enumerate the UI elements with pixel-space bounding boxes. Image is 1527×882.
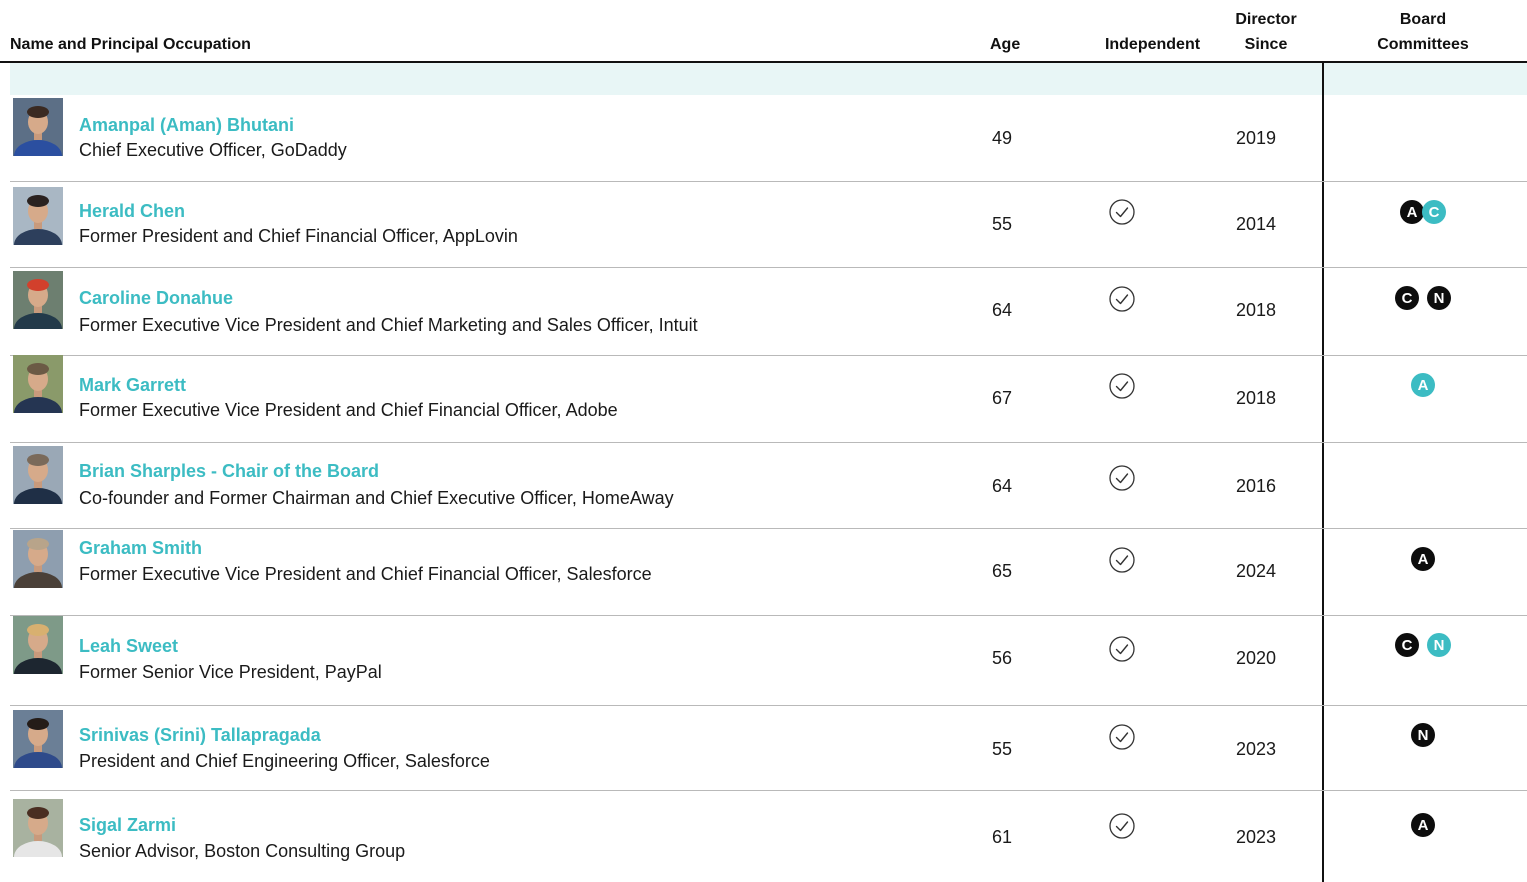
director-committees: A	[1333, 813, 1513, 837]
row-separator	[10, 442, 1527, 443]
committee-badge-icon: C	[1395, 286, 1419, 310]
committee-badge-icon: A	[1400, 200, 1424, 224]
director-occupation: Chief Executive Officer, GoDaddy	[79, 140, 347, 160]
independent-check-icon	[1108, 635, 1136, 663]
director-photo	[13, 355, 63, 413]
director-photo	[13, 187, 63, 245]
header-committees-1: Board	[1399, 11, 1447, 28]
director-committees: AC	[1333, 200, 1513, 224]
director-age: 64	[991, 300, 1013, 320]
committee-badge-icon: C	[1422, 200, 1446, 224]
director-name: Mark Garrett	[79, 375, 187, 395]
director-since: 2014	[1235, 214, 1277, 234]
committee-badge-icon: A	[1411, 547, 1435, 571]
director-age: 56	[991, 648, 1013, 668]
director-name: Caroline Donahue	[79, 288, 234, 308]
independent-check-icon	[1108, 198, 1136, 226]
header-age: Age	[990, 36, 1021, 53]
header-independent: Independent	[1104, 36, 1201, 53]
director-committees: CN	[1333, 286, 1513, 310]
director-since: 2023	[1235, 739, 1277, 759]
independent-check-icon	[1108, 546, 1136, 574]
director-name: Graham Smith	[79, 538, 203, 558]
director-since: 2020	[1235, 648, 1277, 668]
director-age: 49	[991, 128, 1013, 148]
row-separator	[10, 181, 1527, 182]
header-name: Name and Principal Occupation	[10, 36, 251, 53]
director-photo	[13, 530, 63, 588]
header-director-since-1: Director	[1235, 11, 1297, 28]
director-since: 2016	[1235, 476, 1277, 496]
director-photo	[13, 271, 63, 329]
row-separator	[10, 528, 1527, 529]
independent-check-icon	[1108, 464, 1136, 492]
director-name: Sigal Zarmi	[79, 815, 177, 835]
director-photo	[13, 799, 63, 857]
committee-badge-icon: A	[1411, 373, 1435, 397]
director-name: Brian Sharples - Chair of the Board	[79, 461, 380, 481]
committee-badge-icon: N	[1427, 633, 1451, 657]
director-occupation: Senior Advisor, Boston Consulting Group	[79, 841, 406, 861]
director-since: 2023	[1235, 827, 1277, 847]
header-director-since-2: Since	[1244, 36, 1288, 53]
director-name: Leah Sweet	[79, 636, 179, 656]
director-since: 2018	[1235, 300, 1277, 320]
director-name: Amanpal (Aman) Bhutani	[79, 115, 295, 135]
director-since: 2024	[1235, 561, 1277, 581]
director-age: 55	[991, 214, 1013, 234]
director-since: 2018	[1235, 388, 1277, 408]
director-committees: A	[1333, 373, 1513, 397]
row-separator	[10, 705, 1527, 706]
director-photo	[13, 710, 63, 768]
director-occupation: Former Executive Vice President and Chie…	[79, 400, 618, 420]
row-separator	[10, 790, 1527, 791]
director-occupation: Former Executive Vice President and Chie…	[79, 315, 698, 335]
director-age: 67	[991, 388, 1013, 408]
independent-check-icon	[1108, 285, 1136, 313]
committees-divider	[1322, 63, 1324, 882]
row-separator	[10, 267, 1527, 268]
committee-badge-icon: A	[1411, 813, 1435, 837]
director-committees: N	[1333, 723, 1513, 747]
committee-badge-icon: N	[1427, 286, 1451, 310]
director-age: 55	[991, 739, 1013, 759]
header-band	[10, 63, 1527, 95]
committee-badge-icon: N	[1411, 723, 1435, 747]
director-age: 61	[991, 827, 1013, 847]
director-occupation: Co-founder and Former Chairman and Chief…	[79, 488, 674, 508]
director-committees: CN	[1333, 633, 1513, 657]
independent-check-icon	[1108, 812, 1136, 840]
row-separator	[10, 615, 1527, 616]
independent-check-icon	[1108, 723, 1136, 751]
independent-check-icon	[1108, 372, 1136, 400]
director-committees: A	[1333, 547, 1513, 571]
director-occupation: Former Senior Vice President, PayPal	[79, 662, 382, 682]
director-name: Herald Chen	[79, 201, 186, 221]
director-photo	[13, 446, 63, 504]
director-occupation: Former Executive Vice President and Chie…	[79, 564, 652, 584]
director-age: 64	[991, 476, 1013, 496]
director-photo	[13, 98, 63, 156]
row-separator	[10, 355, 1527, 356]
director-photo	[13, 616, 63, 674]
director-since: 2019	[1235, 128, 1277, 148]
director-age: 65	[991, 561, 1013, 581]
director-occupation: Former President and Chief Financial Off…	[79, 226, 518, 246]
committee-badge-icon: C	[1395, 633, 1419, 657]
director-name: Srinivas (Srini) Tallapragada	[79, 725, 321, 745]
header-committees-2: Committees	[1377, 36, 1469, 53]
director-occupation: President and Chief Engineering Officer,…	[79, 751, 490, 771]
